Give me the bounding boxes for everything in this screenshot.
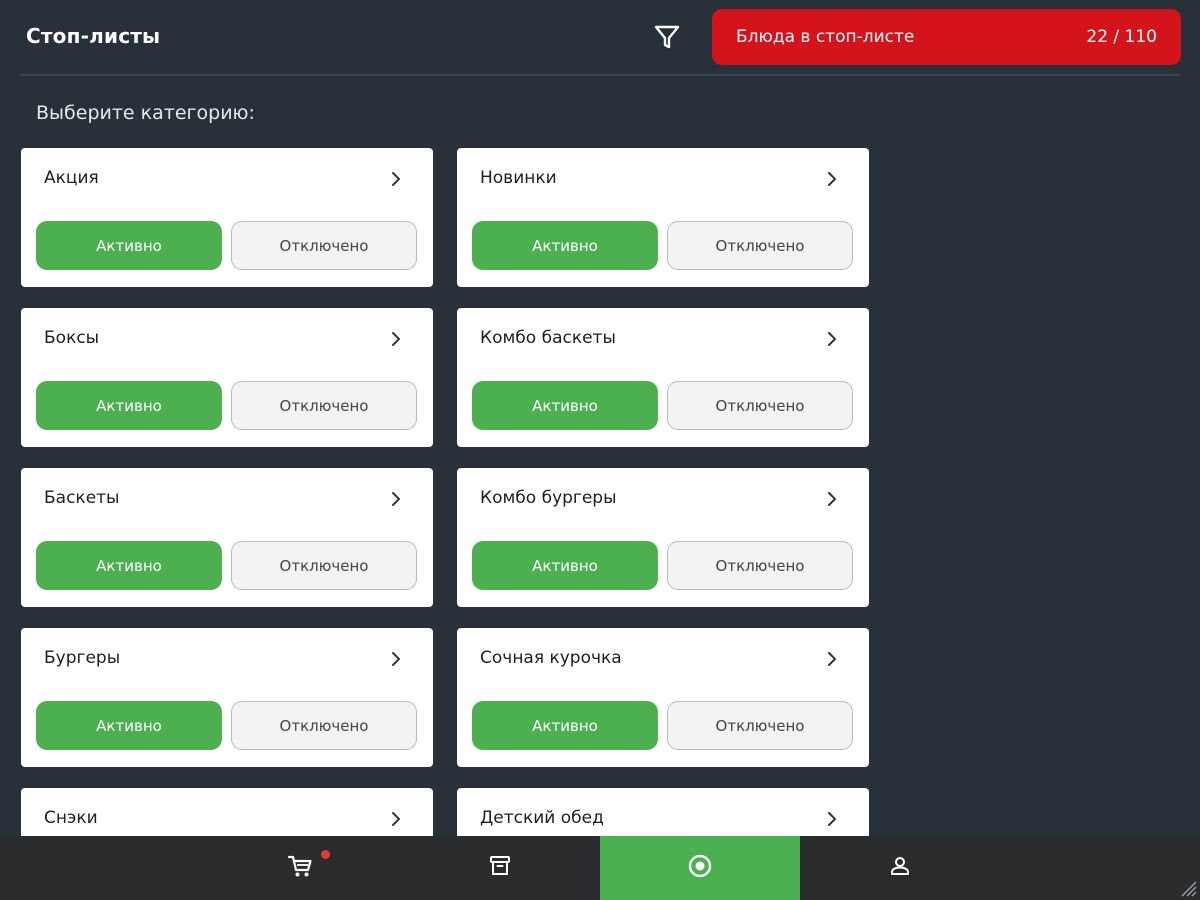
active-button[interactable]: Активно xyxy=(36,221,222,270)
active-button[interactable]: Активно xyxy=(472,221,658,270)
category-card[interactable]: Боксы Активно Отключено xyxy=(21,308,433,447)
category-name: Боксы xyxy=(44,328,100,348)
category-name: Сочная курочка xyxy=(480,648,622,668)
category-card[interactable]: Бургеры Активно Отключено xyxy=(21,628,433,767)
nav-cart[interactable] xyxy=(200,836,400,900)
active-button[interactable]: Активно xyxy=(36,381,222,430)
category-card[interactable]: Комбо баскеты Активно Отключено xyxy=(457,308,869,447)
nav-stoplist[interactable] xyxy=(600,836,800,900)
category-card[interactable]: Комбо бургеры Активно Отключено xyxy=(457,468,869,607)
disabled-button[interactable]: Отключено xyxy=(667,701,853,750)
chevron-right-icon[interactable] xyxy=(389,490,403,508)
category-name: Бургеры xyxy=(44,648,121,668)
category-card[interactable]: Сочная курочка Активно Отключено xyxy=(457,628,869,767)
category-name: Акция xyxy=(44,168,99,188)
category-card[interactable]: Новинки Активно Отключено xyxy=(457,148,869,287)
stoplist-summary-button[interactable]: Блюда в стоп-листе 22 / 110 xyxy=(712,9,1181,65)
active-button[interactable]: Активно xyxy=(36,541,222,590)
category-name: Детский обед xyxy=(480,808,604,828)
bottom-nav-bar xyxy=(0,836,1200,900)
stoplist-label: Блюда в стоп-листе xyxy=(736,27,915,47)
page-title: Стоп-листы xyxy=(26,24,161,48)
bottom-nav-spacer xyxy=(1000,836,1200,900)
chevron-right-icon[interactable] xyxy=(825,170,839,188)
nav-archive[interactable] xyxy=(400,836,600,900)
chevron-right-icon[interactable] xyxy=(389,650,403,668)
chevron-right-icon[interactable] xyxy=(389,170,403,188)
category-card[interactable]: Баскеты Активно Отключено xyxy=(21,468,433,607)
disabled-button[interactable]: Отключено xyxy=(667,381,853,430)
category-prompt: Выберите категорию: xyxy=(36,102,255,124)
active-button[interactable]: Активно xyxy=(36,701,222,750)
disabled-button[interactable]: Отключено xyxy=(231,701,417,750)
disabled-button[interactable]: Отключено xyxy=(231,541,417,590)
filter-icon[interactable] xyxy=(652,22,682,52)
cart-badge xyxy=(321,850,330,859)
nav-profile[interactable] xyxy=(800,836,1000,900)
chevron-right-icon[interactable] xyxy=(825,650,839,668)
chevron-right-icon[interactable] xyxy=(389,330,403,348)
disabled-button[interactable]: Отключено xyxy=(667,221,853,270)
header-divider xyxy=(20,74,1180,76)
user-icon xyxy=(888,854,912,882)
app-window: Стоп-листы Блюда в стоп-листе 22 / 110 В… xyxy=(0,0,1200,900)
chevron-right-icon[interactable] xyxy=(825,810,839,828)
active-button[interactable]: Активно xyxy=(472,541,658,590)
cart-icon xyxy=(287,853,313,883)
category-card[interactable]: Акция Активно Отключено xyxy=(21,148,433,287)
chevron-right-icon[interactable] xyxy=(825,490,839,508)
category-name: Комбо бургеры xyxy=(480,488,617,508)
resize-grip-icon[interactable] xyxy=(1176,876,1198,898)
category-name: Комбо баскеты xyxy=(480,328,616,348)
disabled-button[interactable]: Отключено xyxy=(231,381,417,430)
category-grid: Акция Активно Отключено Новинки Активно Отклю… xyxy=(21,148,869,900)
active-button[interactable]: Активно xyxy=(472,701,658,750)
category-name: Снэки xyxy=(44,808,98,828)
stop-record-icon xyxy=(687,853,713,883)
disabled-button[interactable]: Отключено xyxy=(667,541,853,590)
chevron-right-icon[interactable] xyxy=(825,330,839,348)
stoplist-count: 22 / 110 xyxy=(1086,27,1157,47)
category-name: Новинки xyxy=(480,168,557,188)
active-button[interactable]: Активно xyxy=(472,381,658,430)
header-bar: Стоп-листы Блюда в стоп-листе 22 / 110 xyxy=(0,0,1200,76)
chevron-right-icon[interactable] xyxy=(389,810,403,828)
archive-icon xyxy=(488,854,512,882)
category-name: Баскеты xyxy=(44,488,120,508)
disabled-button[interactable]: Отключено xyxy=(231,221,417,270)
